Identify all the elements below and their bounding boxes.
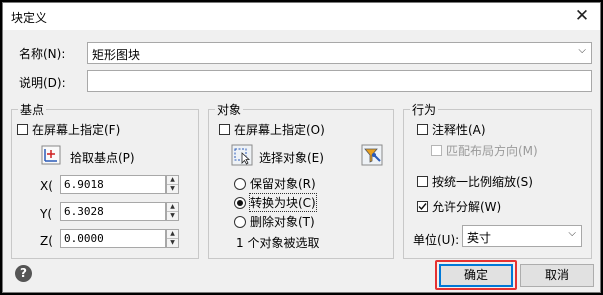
objects-legend: 对象 [215,101,244,118]
chevron-down-icon[interactable]: ⌵ [568,228,576,239]
allow-explode-checkbox[interactable] [417,201,428,212]
z-spinner[interactable]: ▲ ▼ [166,229,179,248]
y-spinner[interactable]: ▲ ▼ [166,202,179,221]
x-label: X( [40,179,53,193]
description-label: 说明(D): [19,76,66,90]
scale-uniformly-label: 按统一比例缩放(S) [432,175,533,189]
block-name-value: 矩形图块 [92,48,141,62]
behavior-legend: 行为 [410,101,439,118]
z-value: 0.0000 [64,232,104,245]
scale-uniformly-checkbox[interactable] [417,176,428,187]
annotative-checkbox[interactable] [417,124,428,135]
convert-to-block-radio[interactable] [234,197,246,209]
name-label: 名称(N): [19,47,66,61]
description-input[interactable] [87,70,592,92]
base-point-legend: 基点 [18,101,47,118]
base-point-on-screen-checkbox[interactable] [17,124,28,135]
title-bar: 块定义 ✕ [3,3,600,30]
ok-button[interactable]: 确定 [439,264,513,287]
quick-select-filter-icon[interactable] [361,144,383,166]
pick-point-icon[interactable] [41,145,61,165]
base-point-on-screen-label: 在屏幕上指定(F) [32,123,121,137]
objects-on-screen-checkbox[interactable] [219,124,230,135]
x-input[interactable]: 6.9018 [60,175,166,194]
selection-status: 1 个对象被选取 [236,236,320,250]
retain-objects-radio[interactable] [234,178,246,190]
block-definition-dialog: 块定义 ✕ 名称(N): 矩形图块 ⌵ 说明(D): 基点 在屏幕上指定(F) … [2,2,601,293]
delete-objects-radio[interactable] [234,216,246,228]
y-label: Y( [40,207,53,221]
delete-objects-label: 删除对象(T) [250,215,315,229]
objects-on-screen-label: 在屏幕上指定(O) [234,123,325,137]
dialog-title: 块定义 [11,11,48,25]
retain-objects-label: 保留对象(R) [250,177,316,191]
y-input[interactable]: 6.3028 [60,202,166,221]
radio-selected-dot [237,200,243,206]
block-name-combobox[interactable]: 矩形图块 ⌵ [87,42,592,64]
match-layout-label: 匹配布局方向(M) [446,144,538,158]
close-icon[interactable]: ✕ [572,6,592,26]
z-input[interactable]: 0.0000 [60,229,166,248]
allow-explode-label: 允许分解(W) [432,200,502,214]
select-objects-label[interactable]: 选择对象(E) [259,149,324,166]
help-icon[interactable]: ? [15,265,32,282]
unit-label: 单位(U): [413,233,460,247]
unit-combobox[interactable]: 英寸 ⌵ [462,225,582,247]
match-layout-checkbox [431,145,442,156]
unit-value: 英寸 [467,231,492,245]
x-spinner[interactable]: ▲ ▼ [166,175,179,194]
pick-point-label[interactable]: 拾取基点(P) [70,149,135,166]
z-label: Z( [40,234,53,248]
annotative-label: 注释性(A) [432,123,486,137]
convert-to-block-label: 转换为块(C) [249,193,317,212]
cancel-button[interactable]: 取消 [520,264,594,287]
checkmark-icon [418,203,427,211]
chevron-down-icon[interactable]: ⌵ [578,45,586,56]
x-value: 6.9018 [64,178,104,191]
y-value: 6.3028 [64,205,104,218]
select-objects-icon[interactable] [231,144,253,166]
